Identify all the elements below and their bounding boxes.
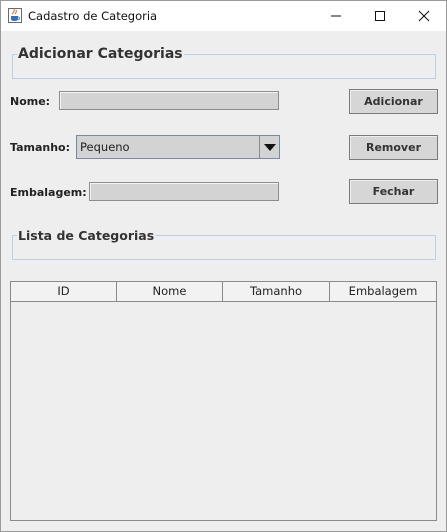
maximize-button[interactable]	[358, 1, 402, 31]
close-button[interactable]	[402, 1, 446, 31]
minimize-button[interactable]	[314, 1, 358, 31]
window-title: Cadastro de Categoria	[28, 9, 158, 23]
table-body[interactable]	[11, 302, 436, 520]
tamanho-selected-value: Pequeno	[80, 140, 130, 154]
nome-label: Nome:	[10, 95, 51, 108]
embalagem-label: Embalagem:	[10, 186, 87, 199]
adicionar-button[interactable]: Adicionar	[349, 89, 438, 114]
column-header-embalagem[interactable]: Embalagem	[330, 282, 436, 301]
title-bar[interactable]: Cadastro de Categoria	[1, 1, 446, 31]
list-section-title: Lista de Categorias	[17, 228, 156, 243]
tamanho-label: Tamanho:	[10, 141, 71, 154]
maximize-icon	[375, 11, 385, 21]
table-header: ID Nome Tamanho Embalagem	[11, 282, 436, 302]
java-cup-icon	[8, 8, 22, 23]
nome-input[interactable]	[59, 91, 279, 110]
categories-table[interactable]: ID Nome Tamanho Embalagem	[10, 281, 437, 521]
column-header-tamanho[interactable]: Tamanho	[223, 282, 330, 301]
tamanho-select[interactable]: Pequeno	[76, 135, 280, 159]
column-header-id[interactable]: ID	[11, 282, 117, 301]
fechar-button[interactable]: Fechar	[349, 179, 438, 204]
chevron-down-icon	[264, 144, 276, 151]
add-section-title: Adicionar Categorias	[17, 46, 184, 62]
remover-button[interactable]: Remover	[349, 135, 438, 160]
tamanho-dropdown-button[interactable]	[259, 136, 279, 158]
close-icon	[418, 10, 430, 22]
minimize-icon	[331, 15, 341, 17]
column-header-nome[interactable]: Nome	[117, 282, 223, 301]
embalagem-input[interactable]	[89, 182, 279, 201]
window: Cadastro de Categoria Adicionar Categori…	[0, 0, 447, 532]
